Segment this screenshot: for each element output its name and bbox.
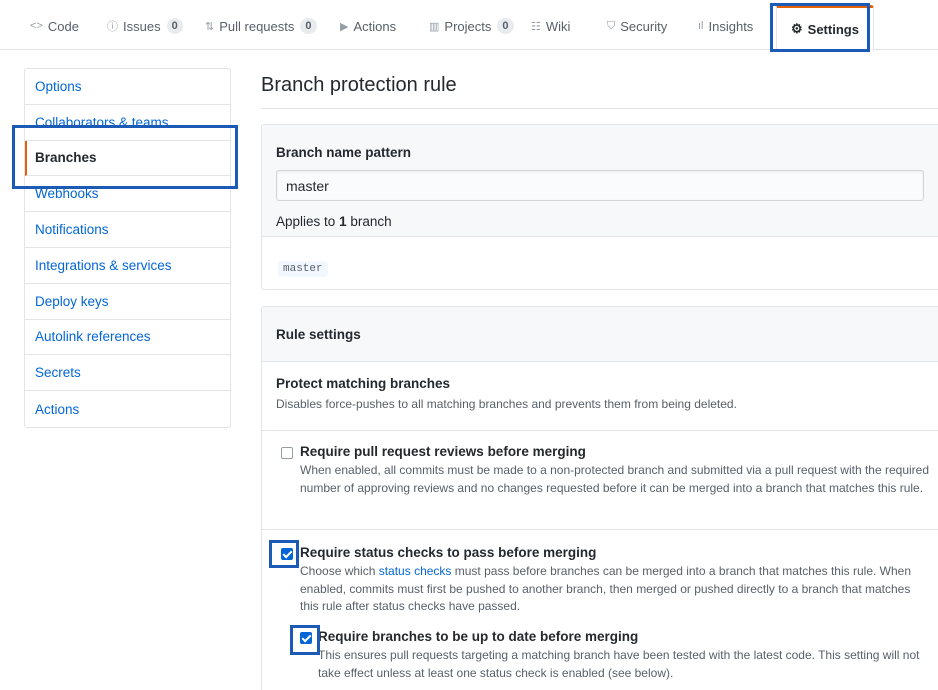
option-description: This ensures pull requests targeting a m… [318,648,920,680]
book-icon: ☷ [531,20,541,33]
sidebar-item-integrations[interactable]: Integrations & services [25,248,230,284]
pull-request-icon: ⇅ [205,20,215,33]
option-description: When enabled, all commits must be made t… [300,463,930,495]
tab-label: Settings [807,21,859,37]
tab-security[interactable]: ⛉ Security [607,12,667,40]
tab-code[interactable]: <> Code [30,12,79,40]
option-title: Require branches to be up to date before… [318,629,639,644]
tab-settings[interactable]: ⚙ Settings [776,5,874,51]
issue-icon: ⓘ [107,21,118,33]
option-title: Require pull request reviews before merg… [300,444,586,459]
applies-suffix: branch [350,214,392,229]
page-title: Branch protection rule [261,74,457,96]
applies-count: 1 [339,214,347,229]
tab-counter: 0 [166,18,183,34]
tab-label: Wiki [545,18,571,34]
option-status-checks: Require status checks to pass before mer… [300,545,932,616]
tab-counter: 0 [497,18,514,34]
tab-label: Code [47,18,79,34]
tab-label: Actions [353,18,397,34]
option-description: Choose which status checks must pass bef… [300,563,932,616]
up-to-date-checkbox[interactable] [300,632,312,644]
sidebar-item-webhooks[interactable]: Webhooks [25,176,230,213]
branch-pattern-input[interactable] [276,170,924,201]
applies-prefix: Applies to [276,214,336,229]
sidebar-item-options[interactable]: Options [25,69,230,105]
pr-reviews-checkbox[interactable] [281,447,293,459]
rule-settings-box: Rule settings Protect matching branches … [261,306,938,690]
desc-text: Choose which [300,564,379,578]
option-up-to-date: Require branches to be up to date before… [318,629,934,682]
sidebar-item-actions[interactable]: Actions [25,391,230,427]
pattern-label: Branch name pattern [276,145,412,160]
sidebar-item-secrets[interactable]: Secrets [25,355,230,392]
code-icon: <> [30,20,43,32]
tab-projects[interactable]: ▥ Projects 0 [429,12,514,40]
tab-insights[interactable]: ıl Insights [698,12,753,40]
matched-branch-chip: master [278,261,328,277]
tab-counter: 0 [300,18,317,34]
status-checks-link[interactable]: status checks [379,564,452,578]
sidebar-item-notifications[interactable]: Notifications [25,212,230,248]
divider [261,108,938,109]
sidebar-item-autolink[interactable]: Autolink references [25,320,230,356]
gear-icon: ⚙ [791,21,803,36]
status-checks-checkbox[interactable] [281,548,293,560]
play-icon: ▶ [340,20,349,33]
option-pr-reviews: Require pull request reviews before merg… [300,444,930,497]
tab-wiki[interactable]: ☷ Wiki [531,12,570,40]
settings-sidebar: Options Collaborators & teams Branches W… [24,68,231,428]
tab-actions[interactable]: ▶ Actions [340,12,396,40]
sidebar-item-branches[interactable]: Branches [25,140,230,177]
applies-text: Applies to 1 branch [276,214,926,229]
rule-settings-label: Rule settings [276,326,361,342]
branch-pattern-box: Branch name pattern Applies to 1 branch … [261,124,938,290]
divider [262,430,938,431]
tab-label: Projects [444,18,492,34]
protect-description: Disables force-pushes to all matching br… [276,397,737,411]
tab-label: Pull requests [219,18,295,34]
divider [262,529,938,530]
sidebar-item-collaborators[interactable]: Collaborators & teams [25,105,230,141]
tab-issues[interactable]: ⓘ Issues 0 [107,12,183,40]
option-title: Require status checks to pass before mer… [300,545,597,560]
protect-title: Protect matching branches [276,376,451,391]
graph-icon: ıl [698,20,704,32]
project-icon: ▥ [429,20,440,33]
repo-nav: <> Code ⓘ Issues 0 ⇅ Pull requests 0 ▶ A… [0,0,938,51]
shield-icon: ⛉ [607,19,616,32]
tab-label: Issues [123,18,161,34]
sidebar-item-deploy-keys[interactable]: Deploy keys [25,284,230,320]
tab-label: Security [620,18,668,34]
rule-settings-header: Rule settings [262,307,938,362]
tab-label: Insights [708,18,754,34]
branch-pattern-header: Branch name pattern Applies to 1 branch [262,125,938,237]
tab-pull-requests[interactable]: ⇅ Pull requests 0 [205,12,317,40]
